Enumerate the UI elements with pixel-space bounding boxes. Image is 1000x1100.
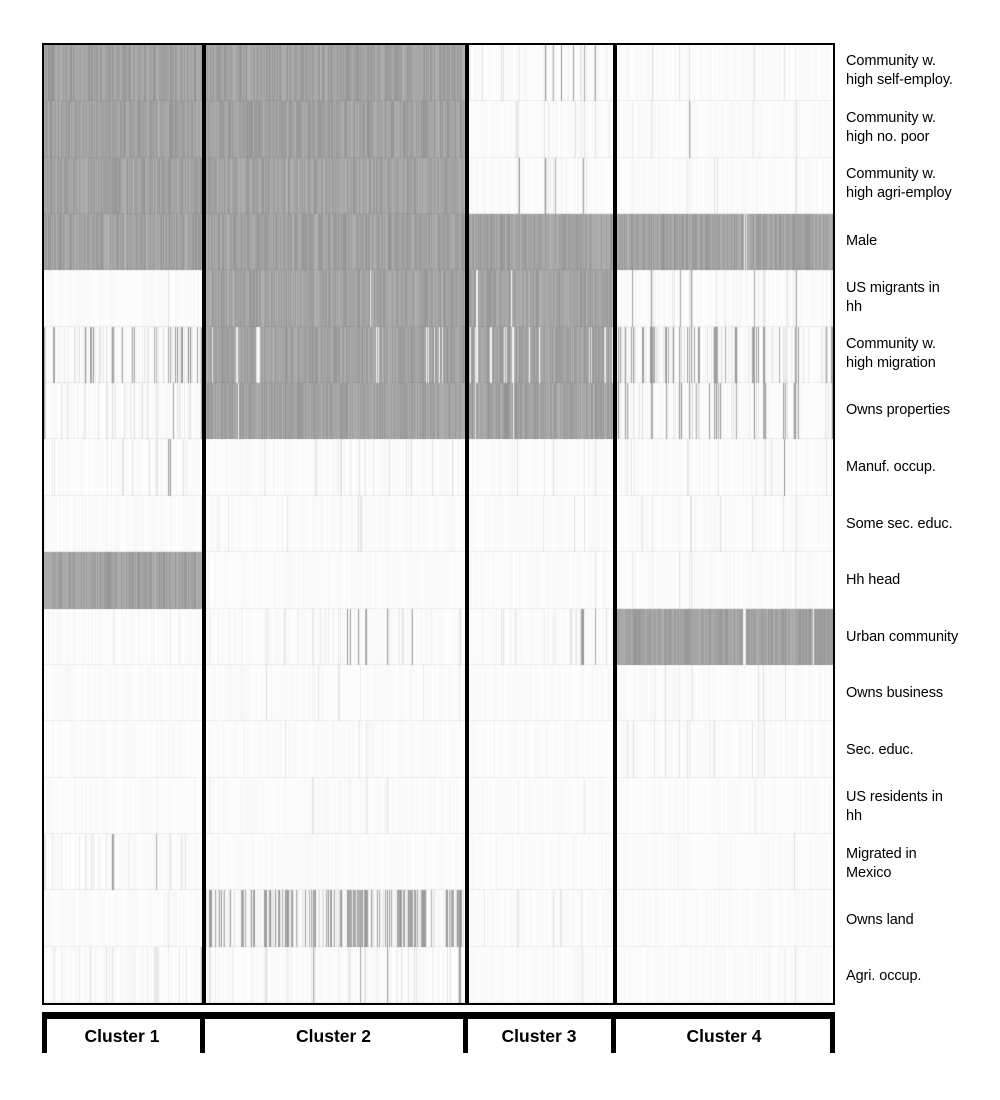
row-label-line: Community w. xyxy=(846,166,936,183)
row-label-line: Sec. educ. xyxy=(846,741,914,758)
row-label: Manuf. occup. xyxy=(846,458,1000,477)
row-label-line: US migrants in xyxy=(846,279,940,296)
row-label-line: hh xyxy=(846,298,862,315)
row-label-line: Community w. xyxy=(846,109,936,126)
row-label-line: Migrated in xyxy=(846,845,917,862)
row-label: Urban community xyxy=(846,628,1000,647)
row-label: Male xyxy=(846,232,1000,251)
row-label-line: Owns business xyxy=(846,685,944,702)
row-label-line: Male xyxy=(846,232,878,249)
row-label: Community w. high agri-employ xyxy=(846,165,1000,203)
row-label: Owns land xyxy=(846,911,1000,930)
cluster-axis-bar: Cluster 1 Cluster 2 Cluster 3 Cluster 4 xyxy=(42,1012,835,1066)
row-label-line: Urban community xyxy=(846,628,959,645)
row-label-line: Hh head xyxy=(846,572,901,589)
row-label-line: US residents in xyxy=(846,788,943,805)
row-label-line: Community w. xyxy=(846,53,936,70)
cluster-label: Cluster 4 xyxy=(686,1026,762,1046)
cluster-divider xyxy=(202,45,206,1003)
row-label-line: Owns land xyxy=(846,911,914,928)
row-label: Hh head xyxy=(846,571,1000,590)
row-label: Community w. high migration xyxy=(846,335,1000,373)
row-label: Some sec. educ. xyxy=(846,515,1000,534)
heatmap-canvas xyxy=(44,45,833,1003)
row-label-line: hh xyxy=(846,807,862,824)
row-label: US residents in hh xyxy=(846,788,1000,826)
row-label-line: Manuf. occup. xyxy=(846,458,936,475)
row-label-list: Community w. high self-employ. Community w… xyxy=(846,43,1000,1005)
heatmap-panel xyxy=(42,43,835,1005)
row-label-line: Owns properties xyxy=(846,402,951,419)
row-label-line: high self-employ. xyxy=(846,72,953,89)
cluster-label: Cluster 2 xyxy=(296,1026,371,1046)
cluster-divider xyxy=(613,45,617,1003)
row-label-line: Mexico xyxy=(846,864,892,881)
cluster-axis-rule xyxy=(42,1012,835,1019)
row-label-line: Agri. occup. xyxy=(846,968,922,985)
row-label: Owns business xyxy=(846,684,1000,703)
row-label: US migrants in hh xyxy=(846,279,1000,317)
row-label-line: Community w. xyxy=(846,336,936,353)
cluster-label: Cluster 3 xyxy=(501,1026,577,1046)
row-label: Sec. educ. xyxy=(846,741,1000,760)
row-label: Migrated in Mexico xyxy=(846,845,1000,883)
row-label: Owns properties xyxy=(846,401,1000,420)
row-label: Community w. high no. poor xyxy=(846,109,1000,147)
cluster-divider xyxy=(465,45,469,1003)
row-label: Agri. occup. xyxy=(846,967,1000,986)
row-label-line: Some sec. educ. xyxy=(846,515,953,532)
cluster-profile-figure: Community w. high self-employ. Community w… xyxy=(0,0,1000,1100)
row-label-line: high agri-employ xyxy=(846,185,952,202)
cluster-label: Cluster 1 xyxy=(84,1026,160,1046)
row-label-line: high no. poor xyxy=(846,128,930,145)
row-label: Community w. high self-employ. xyxy=(846,52,1000,90)
row-label-line: high migration xyxy=(846,355,936,372)
